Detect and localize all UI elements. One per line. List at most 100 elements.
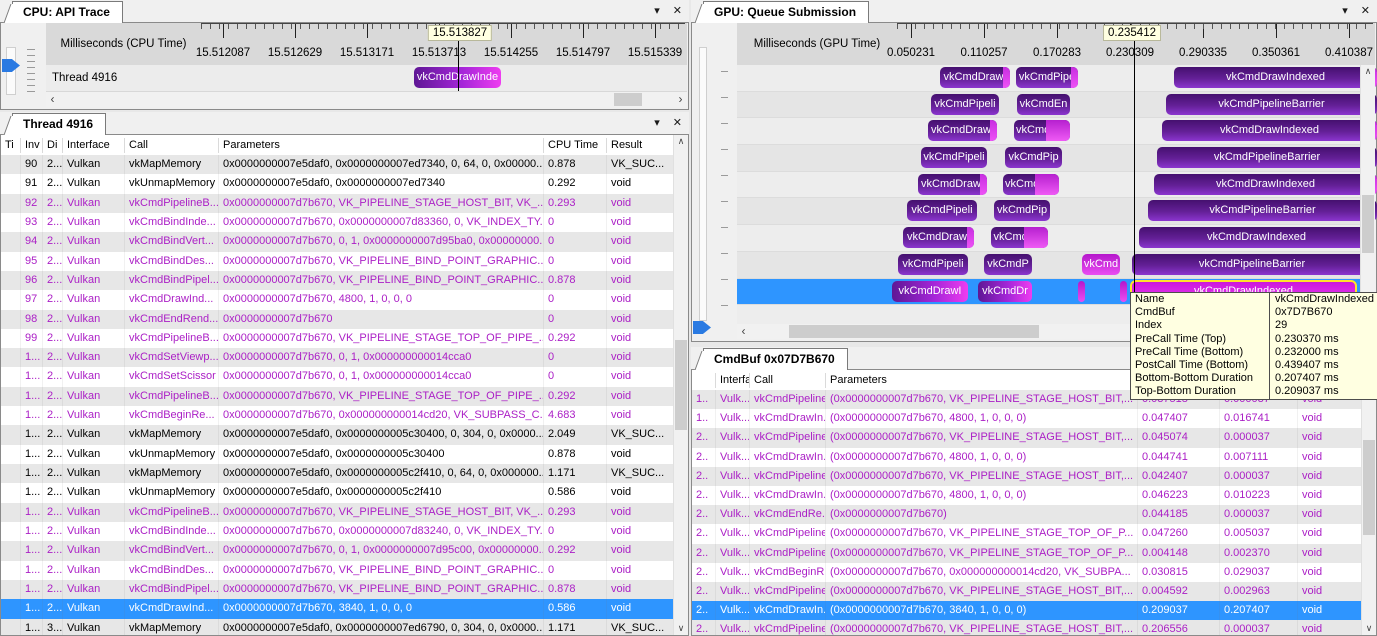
timeline-block[interactable]: vkCmdDrawIndexed [1162,120,1377,141]
cpu-hscrollbar[interactable]: ‹ › [46,92,687,107]
column-header[interactable]: Ti [1,138,21,153]
table-row[interactable]: 912...VulkanvkUnmapMemory0x0000000007e5d… [1,174,673,193]
column-header[interactable]: Interface [63,138,125,153]
tab-cpu-api-trace[interactable]: CPU: API Trace [12,1,123,23]
scroll-right-icon[interactable]: › [674,92,687,107]
tab-thread[interactable]: Thread 4916 [12,113,106,135]
timeline-block[interactable]: vkCmdDra [1003,174,1059,195]
table-row[interactable]: 1...2...VulkanvkCmdBindPipel...0x0000000… [1,580,673,599]
table-row[interactable]: 922...VulkanvkCmdPipelineB...0x000000000… [1,194,673,213]
table-row[interactable]: 1...2...VulkanvkUnmapMemory0x0000000007e… [1,483,673,502]
timeline-block[interactable]: vkCmd [1082,254,1120,275]
table-row[interactable]: 2..Vulk...vkCmdDrawIn...(0x0000000007d7b… [692,486,1361,505]
table-row[interactable]: 1...2...VulkanvkCmdDrawInd...0x000000000… [1,599,673,618]
timeline-block[interactable]: vkCmdPipelineBarrier [1148,200,1377,221]
column-header[interactable]: Di [43,138,63,153]
cpu-zoom-slider-handle[interactable] [2,59,20,72]
scroll-left-icon[interactable]: ‹ [46,92,59,107]
column-header[interactable] [692,373,716,388]
scroll-up-icon[interactable]: ∧ [1361,65,1375,78]
timeline-block[interactable]: vkCmdPipeli [931,94,999,115]
timeline-block[interactable]: vkCmdDrawI [940,67,1010,88]
timeline-block[interactable]: vkCmdPipelineBarrier [1157,147,1377,168]
table-row[interactable]: 1...2...VulkanvkUnmapMemory0x0000000007e… [1,445,673,464]
timeline-block[interactable]: vkCmdDra [991,227,1048,248]
panel-menu-icon[interactable]: ▾ [1342,4,1348,17]
gpu-vscroll-thumb[interactable] [1362,195,1374,253]
table-row[interactable]: 2..Vulk...vkCmdPipeline...(0x0000000007d… [692,428,1361,447]
gpu-ruler[interactable]: Milliseconds (GPU Time) 0.0502310.110257… [737,23,1375,66]
table-row[interactable]: 2..Vulk...vkCmdPipeline...(0x0000000007d… [692,620,1361,635]
table-row[interactable]: 1...2...VulkanvkCmdBindInde...0x00000000… [1,522,673,541]
gpu-zoom-slider-handle[interactable] [693,321,711,334]
table-row[interactable]: 982...VulkanvkCmdEndRend...0x0000000007d… [1,310,673,329]
scroll-down-icon[interactable]: ∨ [1362,622,1376,635]
gpu-timeline-row[interactable]: vkCmdDrawIvkCmdPipevkCmdDrawIndexed [737,65,1363,92]
table-row[interactable]: 2..Vulk...vkCmdPipeline...(0x0000000007d… [692,467,1361,486]
table-row[interactable]: 1...2...VulkanvkCmdPipelineB...0x0000000… [1,387,673,406]
table-row[interactable]: 2..Vulk...vkCmdPipeline...(0x0000000007d… [692,524,1361,543]
close-icon[interactable]: ✕ [673,116,682,129]
cpu-thread-row[interactable]: Thread 4916 vkCmdDrawInde [46,65,687,92]
table-row[interactable]: 2..Vulk...vkCmdBeginR...(0x0000000007d7b… [692,563,1361,582]
timeline-block[interactable] [1078,281,1085,302]
table-row[interactable]: 902...VulkanvkMapMemory0x0000000007e5daf… [1,155,673,174]
timeline-block[interactable] [1120,281,1127,302]
timeline-block[interactable]: vkCmdP [984,254,1032,275]
tab-gpu-queue-submission[interactable]: GPU: Queue Submission [703,1,869,23]
timeline-block[interactable]: vkCmdDrawI [918,174,987,195]
table-row[interactable]: 1...2...VulkanvkCmdBindVert...0x00000000… [1,541,673,560]
cpu-ruler[interactable]: Milliseconds (CPU Time) 15.51208715.5126… [46,23,687,66]
table-row[interactable]: 2..Vulk...vkCmdEndRe...(0x0000000007d7b6… [692,505,1361,524]
table-row[interactable]: 972...VulkanvkCmdDrawInd...0x0000000007d… [1,290,673,309]
gpu-timeline-row[interactable]: vkCmdPipelivkCmdPvkCmdvkCmdPipelineBarri… [737,252,1363,279]
table-row[interactable]: 992...VulkanvkCmdPipelineB...0x000000000… [1,329,673,348]
timeline-block[interactable]: vkCmdDrawI [928,120,997,141]
gpu-timeline-row[interactable]: vkCmdPipelivkCmdEnvkCmdPipelineBarrier [737,92,1363,119]
thread-vscrollbar[interactable]: ∧ ∨ [673,135,688,635]
table-row[interactable]: 1...2...VulkanvkCmdSetScissor0x000000000… [1,367,673,386]
gpu-timeline-row[interactable]: vkCmdPipelivkCmdPipvkCmdPipelineBarrier [737,198,1363,225]
column-header[interactable]: Interfa [716,373,750,388]
table-row[interactable]: 942...VulkanvkCmdBindVert...0x0000000007… [1,232,673,251]
gpu-timeline-row[interactable]: vkCmdDrawIvkCmdDravkCmdDrawIndexed [737,118,1363,145]
close-icon[interactable]: ✕ [1361,4,1370,17]
timeline-block[interactable]: vkCmdPip [994,200,1050,221]
table-row[interactable]: 1...2...VulkanvkMapMemory0x0000000007e5d… [1,425,673,444]
table-row[interactable]: 932...VulkanvkCmdBindInde...0x0000000007… [1,213,673,232]
panel-menu-icon[interactable]: ▾ [654,116,660,129]
column-header[interactable]: Parameters [826,373,1138,388]
tab-cmdbuf[interactable]: CmdBuf 0x07D7B670 [703,348,848,370]
gpu-zoom-track[interactable] [699,47,707,321]
gpu-vscrollbar[interactable]: ∧ [1360,65,1375,317]
timeline-block[interactable]: vkCmdPipeli [898,254,968,275]
column-header[interactable]: Inv [21,138,43,153]
timeline-block[interactable]: vkCmdDrawI [892,281,968,302]
timeline-block[interactable]: vkCmdPip [1005,147,1062,168]
cpu-hscroll-thumb[interactable] [614,93,642,106]
timeline-block[interactable]: vkCmdDr [978,281,1032,302]
timeline-block[interactable]: vkCmdDrawI [903,227,974,248]
timeline-block[interactable]: vkCmdPipeli [921,147,987,168]
table-row[interactable]: 1...2...VulkanvkCmdPipelineB...0x0000000… [1,503,673,522]
timeline-block[interactable]: vkCmdPipeli [907,200,977,221]
table-row[interactable]: 1...2...VulkanvkMapMemory0x0000000007e5d… [1,464,673,483]
gpu-timeline-row[interactable]: vkCmdDrawIvkCmdDravkCmdDrawIndexed [737,172,1363,199]
timeline-block[interactable]: vkCmdDrawIndexed [1139,227,1374,248]
table-row[interactable]: 2..Vulk...vkCmdDrawIn...(0x0000000007d7b… [692,448,1361,467]
gpu-hscroll-thumb[interactable] [789,325,1039,338]
scroll-down-icon[interactable]: ∨ [674,622,688,635]
timeline-block[interactable]: vkCmdDrawIndexed [1174,67,1377,88]
timeline-block[interactable]: vkCmdPipelineBarrier [1132,254,1372,275]
column-header[interactable]: Call [125,138,219,153]
column-header[interactable]: CPU Time [544,138,607,153]
column-header[interactable]: Parameters [219,138,544,153]
table-row[interactable]: 2..Vulk...vkCmdPipeline...(0x0000000007d… [692,544,1361,563]
timeline-block[interactable]: vkCmdDra [1014,120,1070,141]
table-row[interactable]: 1...3...VulkanvkMapMemory0x0000000007e5d… [1,619,673,636]
table-row[interactable]: 1..Vulk...vkCmdDrawIn...(0x0000000007d7b… [692,409,1361,428]
timeline-block[interactable]: vkCmdPipelineBarrier [1166,94,1377,115]
scroll-left-icon[interactable]: ‹ [737,324,750,339]
gpu-timeline-row[interactable]: vkCmdPipelivkCmdPipvkCmdPipelineBarrier [737,145,1363,172]
column-header[interactable]: Call [750,373,826,388]
